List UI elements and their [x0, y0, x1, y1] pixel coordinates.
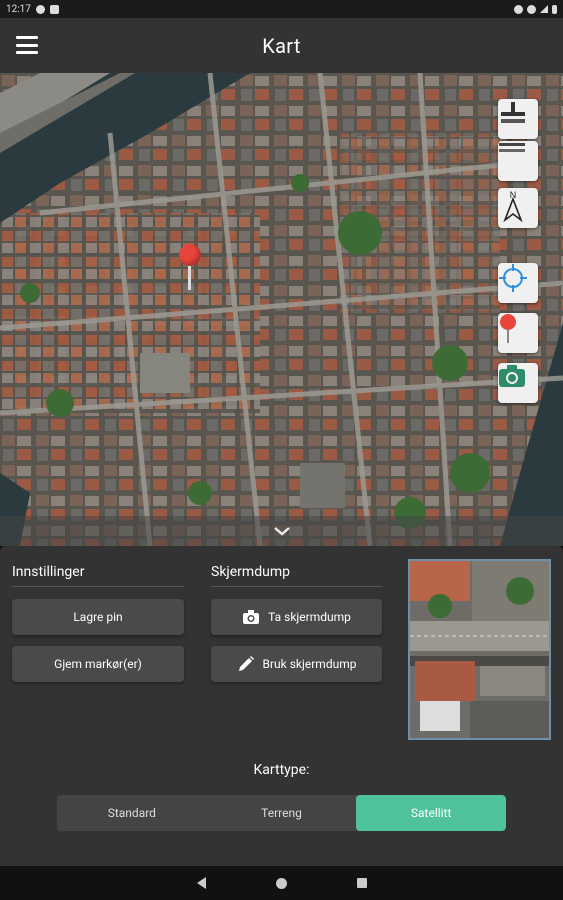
hamburger-menu-icon[interactable] — [16, 36, 38, 54]
take-screenshot-button[interactable]: Ta skjermdump — [211, 599, 382, 635]
take-screenshot-label: Ta skjermdump — [268, 610, 351, 624]
map-type-selector: Standard Terreng Satellitt — [57, 795, 506, 831]
map-type-standard[interactable]: Standard — [57, 795, 207, 831]
wifi-icon — [527, 4, 536, 14]
page-title: Kart — [262, 33, 301, 58]
signal-icon — [540, 5, 548, 13]
status-time: 12:17 — [6, 3, 31, 15]
use-screenshot-button[interactable]: Bruk skjermdump — [211, 646, 382, 682]
layers-icon — [499, 143, 525, 152]
battery-icon — [552, 4, 557, 14]
zoom-plus-minus-icon — [501, 102, 525, 123]
screenshot-preview[interactable] — [408, 559, 551, 740]
map-imagery — [0, 73, 563, 546]
recent-apps-icon[interactable] — [356, 878, 367, 888]
screenshot-section-title: Skjermdump — [211, 564, 290, 580]
settings-section-title: Innstillinger — [12, 564, 85, 580]
save-pin-button[interactable]: Lagre pin — [12, 599, 184, 635]
map-type-label: Karttype: — [253, 762, 310, 778]
save-pin-label: Lagre pin — [73, 610, 123, 624]
layers-control[interactable] — [498, 141, 538, 181]
app-bar: Kart — [0, 18, 563, 73]
map-pin-icon — [500, 314, 516, 343]
hide-markers-button[interactable]: Gjem markør(er) — [12, 646, 184, 682]
location-icon — [514, 4, 523, 14]
camera-control[interactable] — [498, 363, 538, 403]
back-icon[interactable] — [196, 877, 206, 889]
status-bar: 12:17 — [0, 0, 563, 18]
collapse-panel-handle[interactable] — [0, 516, 563, 546]
system-nav-bar — [0, 866, 563, 900]
home-icon[interactable] — [275, 877, 287, 889]
map-pin-marker[interactable] — [179, 244, 201, 290]
notification-icon — [35, 4, 45, 14]
crosshair-icon — [499, 264, 527, 292]
zoom-control[interactable] — [498, 99, 538, 139]
north-arrow-icon: N — [503, 190, 523, 222]
camera-icon — [243, 610, 260, 624]
map-type-satellite[interactable]: Satellitt — [356, 795, 506, 831]
use-screenshot-label: Bruk skjermdump — [262, 657, 357, 671]
divider — [12, 586, 184, 587]
compass-control[interactable]: N — [498, 188, 538, 228]
screenshot-thumbnail-image — [410, 561, 549, 738]
satellite-map[interactable]: N — [0, 73, 563, 546]
my-location-control[interactable] — [498, 263, 538, 303]
drop-pin-control[interactable] — [498, 313, 538, 353]
sd-card-icon — [49, 4, 59, 14]
chevron-down-icon — [273, 527, 290, 536]
camera-icon — [499, 365, 525, 387]
pencil-icon — [238, 656, 254, 671]
settings-panel: Innstillinger Skjermdump Lagre pin Gjem … — [0, 546, 563, 866]
hide-markers-label: Gjem markør(er) — [54, 657, 142, 671]
divider — [211, 586, 382, 587]
map-type-terrain[interactable]: Terreng — [207, 795, 357, 831]
